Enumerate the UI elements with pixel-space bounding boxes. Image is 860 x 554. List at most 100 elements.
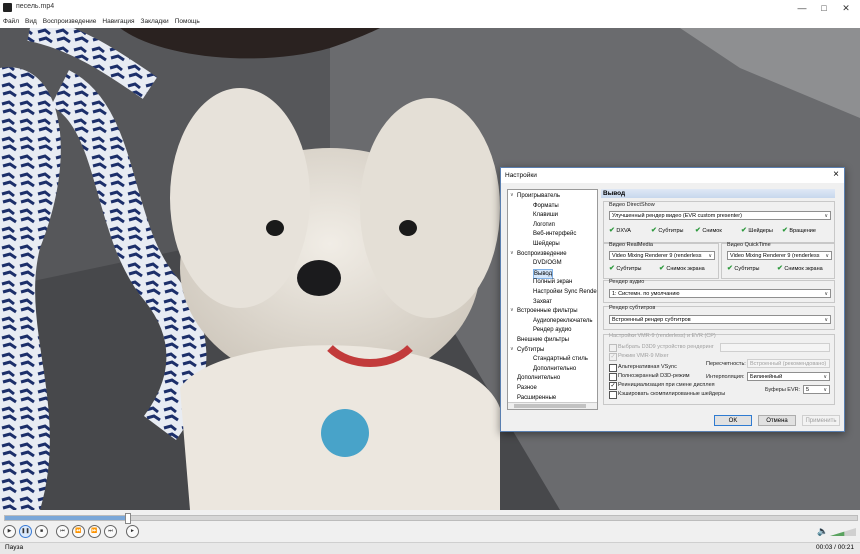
chevron-down-icon: ∨	[824, 213, 828, 219]
player-controls: ▶ ❚❚ ■ ⏮ ⏪ ⏩ ⏭ ► 🔈 Пауза 00:03 / 00:21	[0, 510, 860, 554]
checkmark-icon: ✔	[609, 227, 615, 234]
checkmark-icon: ✔	[651, 227, 657, 234]
dialog-close-icon[interactable]: ×	[833, 169, 839, 180]
seek-progress	[5, 516, 127, 520]
tree-item[interactable]: Дополнительно	[533, 365, 576, 373]
checkmark-icon: ✔	[782, 227, 788, 234]
directshow-label: Видео DirectShow	[609, 202, 655, 208]
d3d-device-checkbox[interactable]	[609, 344, 617, 352]
realmedia-label: Видео RealMedia	[609, 242, 653, 248]
fullscreen-d3d-checkbox[interactable]	[609, 373, 617, 381]
rewind-button[interactable]: ⏪	[72, 525, 85, 538]
directshow-renderer-select[interactable]: Улучшенный рендер видео (EVR custom pres…	[609, 211, 831, 220]
quicktime-renderer-select[interactable]: Video Mixing Renderer 9 (renderless ∨	[727, 251, 832, 260]
tree-item[interactable]: Внешние фильтры	[517, 336, 569, 344]
vmr-mixer-checkbox[interactable]: ✓	[609, 353, 617, 361]
checkmark-icon: ✔	[777, 265, 783, 272]
next-button[interactable]: ⏭	[104, 525, 117, 538]
checkmark-icon: ✔	[727, 265, 733, 272]
tree-hscrollbar[interactable]	[508, 402, 597, 409]
tree-item[interactable]: Субтитры	[517, 346, 544, 354]
tree-item[interactable]: Расширенные	[517, 394, 556, 402]
tree-item[interactable]: Разное	[517, 384, 537, 392]
tree-hscroll-thumb[interactable]	[514, 404, 586, 408]
tree-item[interactable]: Клавиши	[533, 211, 558, 219]
seek-thumb[interactable]	[124, 513, 131, 524]
expand-icon[interactable]: ∨	[510, 192, 514, 198]
settings-tree[interactable]: ∨ Проигрыватель Форматы Клавиши Логотип Веб-и…	[507, 189, 598, 410]
expand-icon[interactable]: ∨	[510, 307, 514, 313]
tree-item[interactable]: Захват	[533, 298, 552, 306]
menu-file[interactable]: Файл	[0, 16, 22, 28]
tree-item[interactable]: Форматы	[533, 202, 559, 210]
alt-vsync-label: Альтернативная VSync	[618, 364, 677, 370]
ds-check-dxva: ✔ DXVA	[609, 227, 631, 234]
prev-button[interactable]: ⏮	[56, 525, 69, 538]
ds-check-subs: ✔ Субтитры	[651, 227, 684, 234]
tree-item[interactable]: Шейдеры	[533, 240, 560, 248]
expand-icon[interactable]: ∨	[510, 250, 514, 256]
app-icon	[3, 3, 12, 12]
time-display: 00:03 / 00:21	[816, 544, 854, 551]
tree-item[interactable]: Стандартный стиль	[533, 355, 588, 363]
chevron-down-icon: ∨	[823, 374, 827, 380]
qt-check-subs: ✔ Субтитры	[727, 265, 760, 272]
menu-favorites[interactable]: Закладки	[138, 16, 172, 28]
tree-item[interactable]: Настройки Sync Render	[533, 288, 597, 296]
menu-play[interactable]: Воспроизведение	[40, 16, 100, 28]
alt-vsync-checkbox[interactable]	[609, 364, 617, 372]
realmedia-group	[603, 243, 719, 279]
frame-step-button[interactable]: ►	[126, 525, 139, 538]
qt-check-snapshot: ✔ Снимок экрана	[777, 265, 823, 272]
cache-shaders-checkbox[interactable]	[609, 391, 617, 399]
tree-item[interactable]: Полный экран	[533, 278, 572, 286]
speaker-icon[interactable]: 🔈	[817, 526, 828, 537]
seek-bar[interactable]	[4, 513, 858, 524]
tree-item[interactable]: Рендер аудио	[533, 326, 572, 334]
tree-item[interactable]: Вывод	[533, 268, 554, 279]
cancel-button[interactable]: Отмена	[758, 415, 796, 426]
status-text: Пауза	[5, 544, 24, 551]
forward-button[interactable]: ⏩	[88, 525, 101, 538]
tree-item[interactable]: Встроенные фильтры	[517, 307, 578, 315]
interpolation-label: Интерполяция:	[706, 374, 745, 380]
tree-item[interactable]: Воспроизведение	[517, 250, 567, 258]
stop-button[interactable]: ■	[35, 525, 48, 538]
interpolation-select[interactable]: Билинейный ∨	[747, 372, 830, 381]
resize-select[interactable]: Встроенный (рекомендовано)	[747, 359, 830, 368]
menu-navigate[interactable]: Навигация	[99, 16, 137, 28]
tree-item[interactable]: Проигрыватель	[517, 192, 560, 200]
tree-item[interactable]: Аудиопереключатель	[533, 317, 593, 325]
resize-value: Встроенный (рекомендовано)	[750, 361, 827, 367]
checkmark-icon: ✔	[659, 265, 665, 272]
subtitle-renderer-label: Рендер субтитров	[609, 305, 656, 311]
reinit-checkbox[interactable]: ✓	[609, 382, 617, 390]
audio-renderer-select[interactable]: 1: Системн. по умолчанию ∨	[609, 289, 831, 298]
realmedia-renderer-select[interactable]: Video Mixing Renderer 9 (renderless ∨	[609, 251, 715, 260]
cache-shaders-label: Кэшировать скомпилированные шейдеры	[618, 391, 726, 397]
d3d-device-select[interactable]	[720, 343, 830, 352]
vmr-mixer-label: Режим VMR-9 Mixer	[618, 353, 669, 359]
window-title: песель.mp4	[16, 3, 55, 10]
menu-help[interactable]: Помощь	[172, 16, 203, 28]
apply-button[interactable]: Применить	[802, 415, 840, 426]
tree-item[interactable]: Логотип	[533, 221, 555, 229]
subtitle-renderer-select[interactable]: Встроенный рендер субтитров ∨	[609, 315, 831, 324]
expand-icon[interactable]: ∨	[510, 346, 514, 352]
audio-renderer-value: 1: Системн. по умолчанию	[612, 291, 680, 297]
ok-button[interactable]: OK	[714, 415, 752, 426]
buffers-select[interactable]: 5 ∨	[803, 385, 830, 394]
status-bar: Пауза 00:03 / 00:21	[0, 542, 860, 554]
vmr-evr-label: Настройки VMR-9 (renderless) и EVR (CP)	[609, 333, 716, 339]
volume-slider[interactable]	[830, 528, 856, 536]
menu-view[interactable]: Вид	[22, 16, 40, 28]
tree-item[interactable]: Веб-интерфейс	[533, 230, 576, 238]
tree-item[interactable]: Дополнительно	[517, 374, 560, 382]
interpolation-value: Билинейный	[750, 374, 783, 380]
ds-check-rotation: ✔ Вращение	[782, 227, 816, 234]
quicktime-renderer-value: Video Mixing Renderer 9 (renderless	[730, 253, 820, 259]
tree-item[interactable]: DVD/OGM	[533, 259, 562, 267]
pause-button[interactable]: ❚❚	[19, 525, 32, 538]
play-button[interactable]: ▶	[3, 525, 16, 538]
close-button[interactable]: ✕	[832, 0, 860, 16]
